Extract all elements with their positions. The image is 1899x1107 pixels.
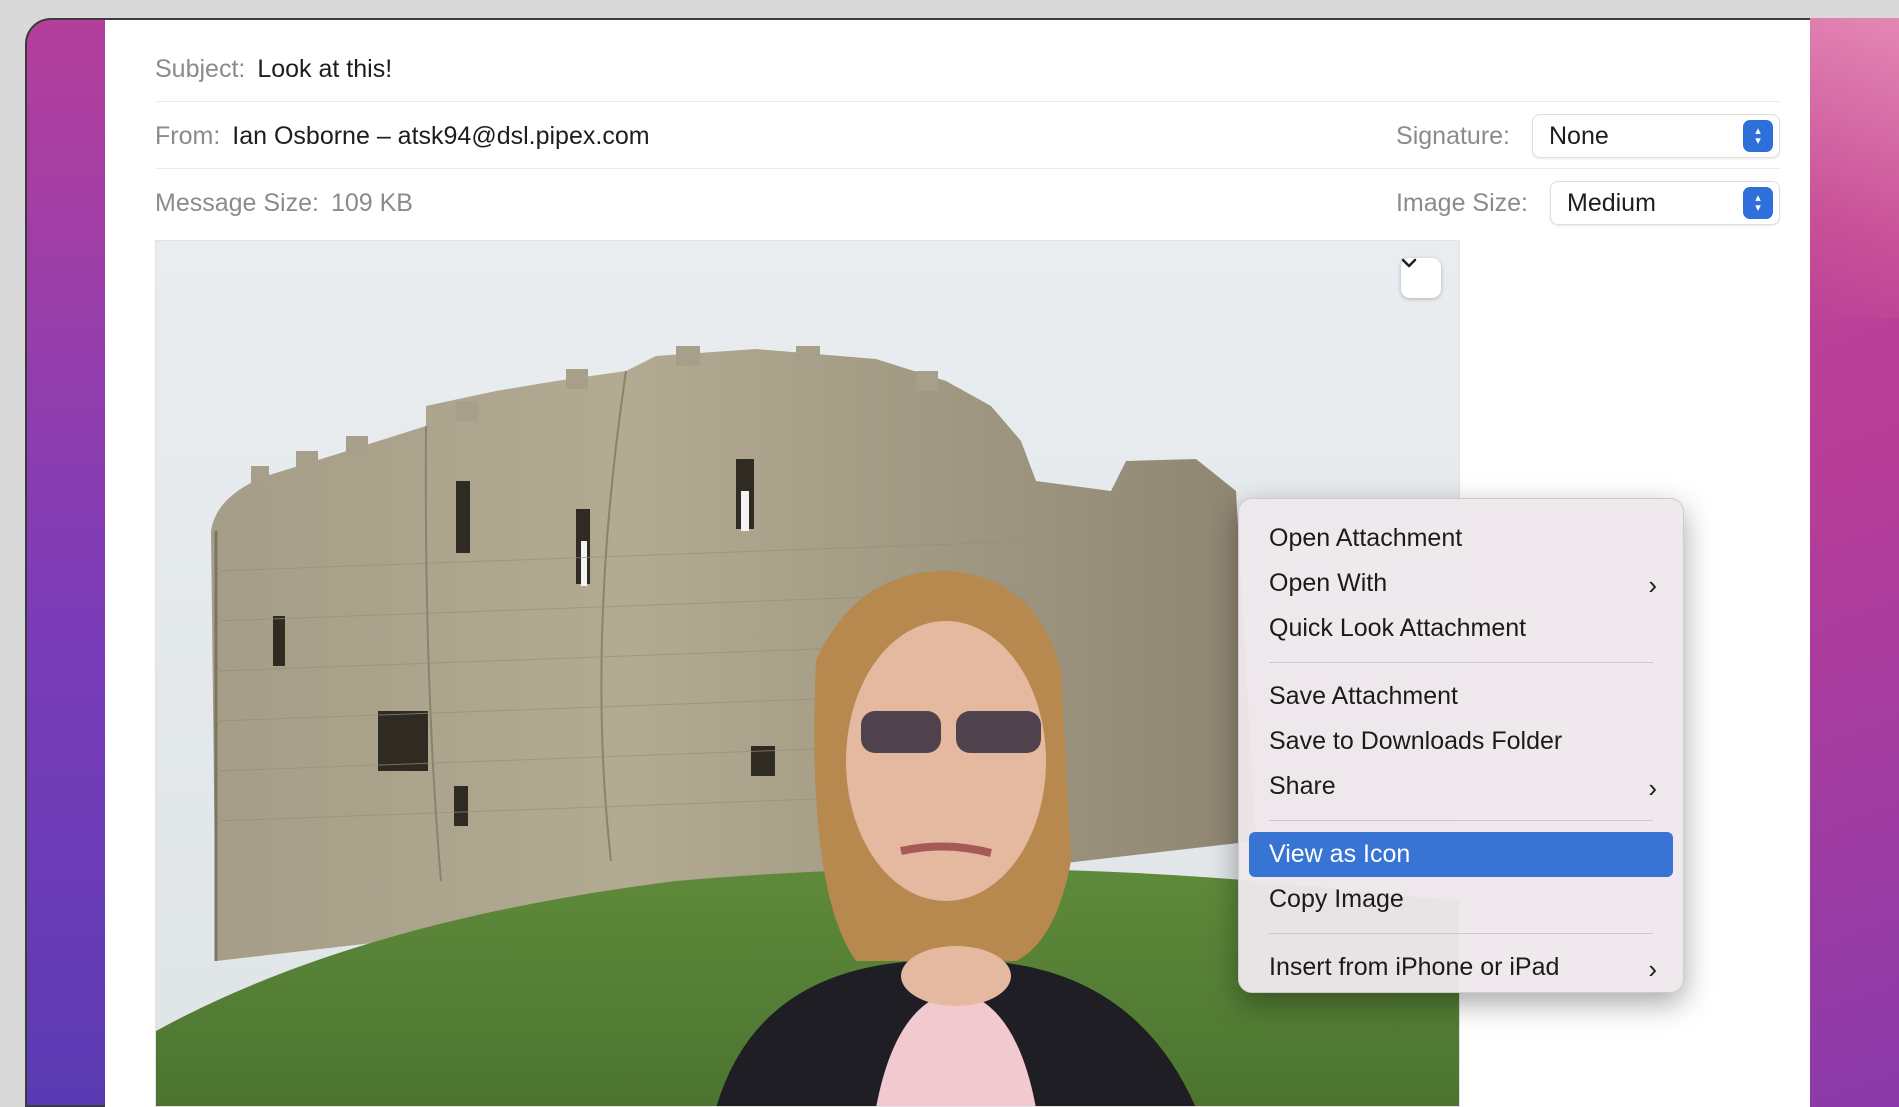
- signature-value: None: [1549, 121, 1609, 150]
- menu-separator: [1269, 933, 1653, 934]
- menu-separator: [1269, 820, 1653, 821]
- from-label: From:: [155, 121, 221, 150]
- message-size-row: Message Size: 109 KB Image Size: Medium …: [155, 171, 1780, 235]
- menu-item-share[interactable]: Share ›: [1249, 764, 1673, 809]
- menu-item-view-as-icon[interactable]: View as Icon: [1249, 832, 1673, 877]
- signature-popup[interactable]: None ▴ ▾: [1532, 114, 1780, 158]
- menu-separator: [1269, 662, 1653, 663]
- image-size-value: Medium: [1567, 188, 1656, 217]
- chevron-right-icon: ›: [1648, 773, 1657, 803]
- menu-item-save-to-downloads[interactable]: Save to Downloads Folder: [1249, 719, 1673, 764]
- menu-item-open-with[interactable]: Open With ›: [1249, 561, 1673, 606]
- menu-item-quick-look[interactable]: Quick Look Attachment: [1249, 606, 1673, 651]
- menu-item-insert-from-iphone[interactable]: Insert from iPhone or iPad ›: [1249, 945, 1673, 990]
- image-size-group: Image Size: Medium ▴ ▾: [1396, 171, 1780, 235]
- attachment-menu-button[interactable]: [1401, 258, 1441, 298]
- chevron-down-icon: [1401, 258, 1417, 268]
- image-size-popup[interactable]: Medium ▴ ▾: [1550, 181, 1780, 225]
- chevron-right-icon: ›: [1648, 954, 1657, 984]
- menu-item-copy-image[interactable]: Copy Image: [1249, 877, 1673, 922]
- from-row: From: Ian Osborne – atsk94@dsl.pipex.com…: [155, 104, 1780, 169]
- subject-field[interactable]: Look at this!: [257, 55, 392, 84]
- chevron-right-icon: ›: [1648, 570, 1657, 600]
- context-menu: Open Attachment Open With › Quick Look A…: [1238, 498, 1684, 993]
- message-size-value: 109 KB: [330, 188, 413, 217]
- updown-stepper-icon: ▴ ▾: [1743, 187, 1773, 219]
- from-field[interactable]: Ian Osborne – atsk94@dsl.pipex.com: [232, 122, 649, 151]
- subject-row: Subject: Look at this!: [155, 37, 1780, 102]
- signature-label: Signature:: [1396, 121, 1510, 150]
- subject-label: Subject:: [155, 54, 246, 83]
- menu-item-open-attachment[interactable]: Open Attachment: [1249, 516, 1673, 561]
- desktop-wallpaper-right: [1810, 18, 1899, 1107]
- updown-stepper-icon: ▴ ▾: [1743, 120, 1773, 152]
- menu-item-save-attachment[interactable]: Save Attachment: [1249, 674, 1673, 719]
- image-size-label: Image Size:: [1395, 188, 1528, 217]
- signature-group: Signature: None ▴ ▾: [1396, 104, 1780, 168]
- message-size-label: Message Size:: [155, 188, 319, 217]
